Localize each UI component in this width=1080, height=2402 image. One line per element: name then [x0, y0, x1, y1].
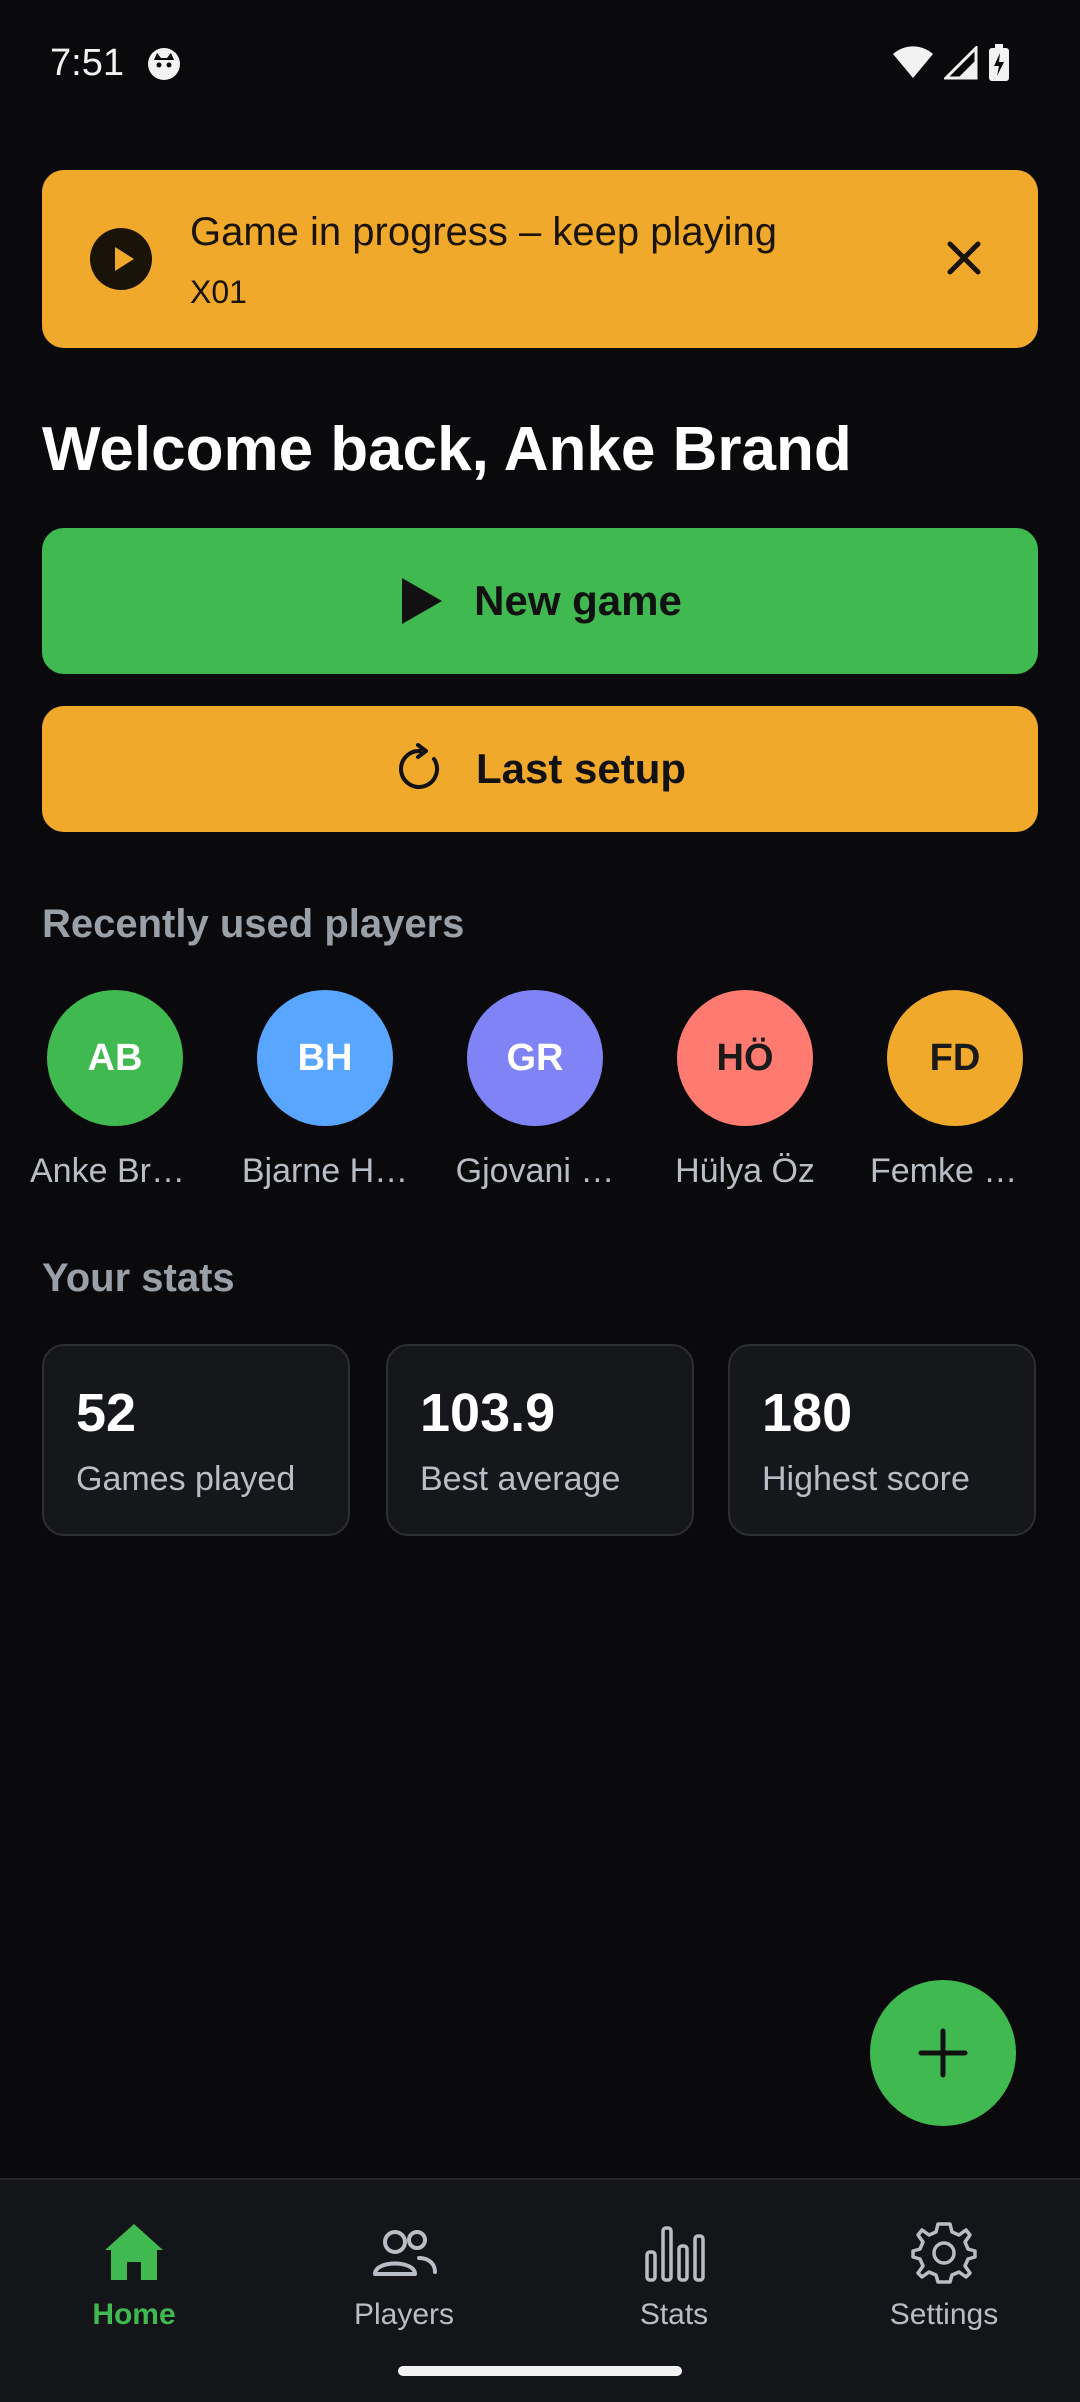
recent-players-list: AB Anke Bra… BH Bjarne H… GR Gjovani … H… [30, 990, 1070, 1190]
nav-home[interactable]: Home [34, 2218, 234, 2332]
stat-label: Highest score [762, 1460, 970, 1498]
home-indicator[interactable] [398, 2366, 682, 2376]
stat-label: Best average [420, 1460, 621, 1498]
player-name: Anke Bra… [30, 1152, 200, 1190]
banner-title: Game in progress – keep playing [190, 210, 777, 254]
gear-icon [911, 2222, 977, 2284]
player-name: Gjovani … [455, 1152, 615, 1190]
player-femke[interactable]: FD Femke D… [870, 990, 1040, 1191]
welcome-heading: Welcome back, Anke Brand [42, 415, 852, 484]
refresh-icon [399, 743, 439, 789]
plus-icon [918, 2028, 968, 2078]
player-hulya[interactable]: HÖ Hülya Öz [660, 990, 830, 1191]
player-bjarne[interactable]: BH Bjarne H… [240, 990, 410, 1191]
stat-card-highest-score[interactable]: 180 Highest score [728, 1344, 1036, 1536]
game-in-progress-banner[interactable]: Game in progress – keep playing X01 [42, 170, 1038, 348]
battery-icon [989, 44, 1009, 81]
stat-value: 180 [762, 1383, 853, 1443]
nav-settings-label: Settings [889, 2298, 999, 2331]
last-setup-label: Last setup [475, 745, 687, 792]
avatar: FD [887, 990, 1023, 1126]
nav-stats[interactable]: Stats [574, 2218, 774, 2332]
nav-stats-label: Stats [639, 2298, 709, 2331]
avatar: GR [467, 990, 603, 1126]
player-gjovani[interactable]: GR Gjovani … [450, 990, 620, 1191]
status-icons [892, 44, 1010, 82]
cat-notification-icon [148, 48, 180, 80]
banner-subtitle: X01 [190, 274, 247, 310]
avatar: HÖ [677, 990, 813, 1126]
bar-chart-icon [645, 2226, 705, 2282]
nav-players[interactable]: Players [304, 2218, 504, 2332]
last-setup-button[interactable]: Last setup [42, 706, 1038, 832]
recent-players-title: Recently used players [42, 902, 465, 946]
player-name: Bjarne H… [241, 1152, 409, 1190]
nav-home-label: Home [92, 2298, 176, 2331]
status-time: 7:51 [50, 42, 124, 84]
wifi-icon [893, 46, 933, 78]
play-icon [402, 578, 443, 624]
avatar: AB [47, 990, 183, 1126]
stat-card-games-played[interactable]: 52 Games played [42, 1344, 350, 1536]
nav-players-label: Players [353, 2298, 455, 2331]
add-fab-button[interactable] [870, 1980, 1016, 2126]
player-anke[interactable]: AB Anke Bra… [30, 990, 200, 1191]
player-name: Femke D… [870, 1152, 1040, 1190]
stat-label: Games played [76, 1460, 296, 1498]
play-circle-icon [90, 228, 152, 290]
stats-title: Your stats [42, 1256, 235, 1300]
new-game-label: New game [474, 577, 682, 624]
stat-card-best-average[interactable]: 103.9 Best average [386, 1344, 694, 1536]
new-game-button[interactable]: New game [42, 528, 1038, 674]
nav-settings[interactable]: Settings [844, 2218, 1044, 2332]
stat-value: 52 [76, 1383, 137, 1443]
signal-icon [944, 46, 978, 80]
players-icon [373, 2230, 437, 2276]
home-icon [105, 2224, 163, 2280]
avatar: BH [257, 990, 393, 1126]
status-bar: 7:51 [0, 0, 1080, 130]
close-icon[interactable] [938, 232, 990, 284]
player-name: Hülya Öz [675, 1152, 815, 1190]
stat-value: 103.9 [420, 1383, 556, 1443]
